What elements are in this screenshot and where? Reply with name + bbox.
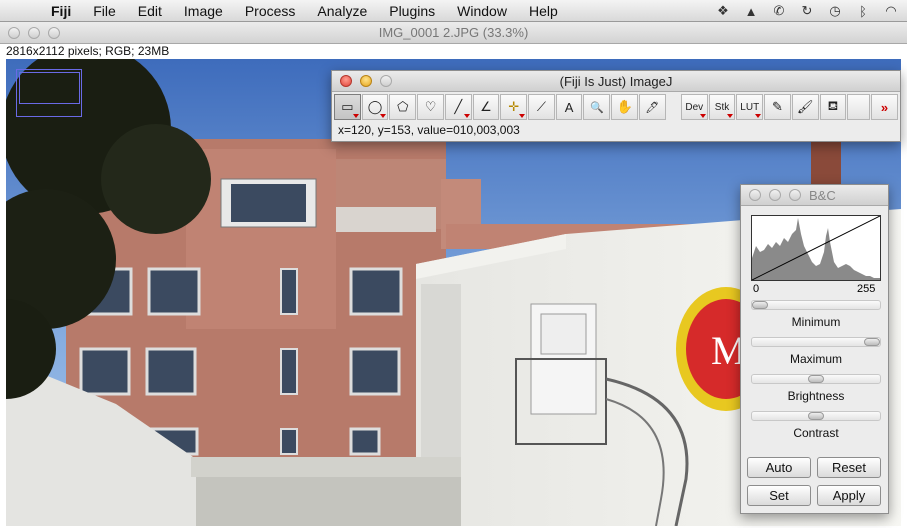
sync-icon[interactable]: ↻ [799,3,815,19]
text-icon: A [564,99,574,115]
flood-fill-tool[interactable]: ⛾ [819,94,847,120]
contrast-label: Contrast [793,426,839,440]
hand-icon: ✋ [616,99,633,114]
zoom-button[interactable] [380,75,392,87]
lut-label: LUT [740,101,760,113]
dropper-icon: 🖊 [645,101,660,114]
menubar: Fiji File Edit Image Process Analyze Plu… [0,0,907,22]
polygon-icon: ⬠ [397,99,409,114]
color-picker-tool[interactable]: 🖊 [638,94,666,120]
polygon-tool[interactable]: ⬠ [389,94,417,120]
reset-button[interactable]: Reset [817,457,881,478]
minimize-button[interactable] [28,27,40,39]
more-tools-icon: » [880,99,889,115]
imagej-toolbar-window: (Fiji Is Just) ImageJ ▭ ◯ ⬠ ♡ ╱ ∠ ✛ ⟋ A … [331,70,901,142]
close-button[interactable] [749,189,761,201]
menu-analyze[interactable]: Analyze [306,0,378,22]
maximum-slider[interactable] [751,337,881,347]
brush-icon: 🖌 [796,99,814,114]
menu-edit[interactable]: Edit [127,0,173,22]
set-button[interactable]: Set [747,485,811,506]
more-tools-button[interactable]: » [871,94,898,120]
bc-title: B&C [809,188,836,203]
point-icon: ✛ [508,99,520,114]
minimum-slider[interactable] [751,300,881,310]
point-tool[interactable]: ✛ [500,94,528,120]
auto-button[interactable]: Auto [747,457,811,478]
bucket-icon: ⛾ [827,98,839,113]
maximum-thumb[interactable] [864,338,880,346]
tool-row: ▭ ◯ ⬠ ♡ ╱ ∠ ✛ ⟋ A 🔍 ✋ 🖊 Dev Stk LUT ✎ 🖌 … [332,92,900,120]
angle-tool[interactable]: ∠ [472,94,500,120]
stk-menu-button[interactable]: Stk [708,94,736,120]
menu-app-fiji[interactable]: Fiji [40,0,82,22]
pencil-tool[interactable]: ✎ [764,94,791,120]
pencil-icon: ✎ [772,99,783,114]
toolbar-title: (Fiji Is Just) ImageJ [559,74,673,89]
histogram [751,215,881,281]
minimum-label: Minimum [791,315,841,329]
toolbar-status: x=120, y=153, value=010,003,003 [338,123,520,137]
drive-icon[interactable]: ▲ [743,4,759,19]
magnifier-icon: 🔍 [589,101,604,114]
lut-menu-button[interactable]: LUT [736,94,764,120]
menu-help[interactable]: Help [518,0,569,22]
menu-file[interactable]: File [82,0,127,22]
wand-tool[interactable]: ⟋ [528,94,555,120]
magnifier-tool[interactable]: 🔍 [583,94,611,120]
minimize-button[interactable] [769,189,781,201]
navigator-rectangle[interactable] [16,69,82,117]
oval-tool[interactable]: ◯ [361,94,389,120]
zoom-button[interactable] [789,189,801,201]
freehand-icon: ♡ [424,99,437,114]
wifi-icon[interactable]: ◠ [883,3,899,19]
brightness-thumb[interactable] [808,375,824,383]
stk-label: Stk [714,101,730,113]
histogram-min-label: 0 [753,283,760,295]
scroll-tool[interactable]: ✋ [611,94,638,120]
line-icon: ╱ [454,99,463,114]
bc-titlebar[interactable]: B&C [741,185,888,206]
contrast-slider[interactable] [751,411,881,421]
wand-icon: ⟋ [536,99,546,114]
image-window-title: IMG_0001 2.JPG (33.3%) [378,25,529,40]
zoom-button[interactable] [48,27,60,39]
status-tray: ❖ ▲ ✆ ↻ ◷ ᛒ ◠ [715,0,899,22]
menu-window[interactable]: Window [446,0,518,22]
menu-process[interactable]: Process [234,0,307,22]
rectangle-tool[interactable]: ▭ [334,94,361,120]
close-button[interactable] [340,75,352,87]
oval-icon: ◯ [367,99,383,114]
maximum-label: Maximum [789,352,842,366]
toolbar-titlebar[interactable]: (Fiji Is Just) ImageJ [332,71,900,92]
rectangle-icon: ▭ [341,99,354,114]
minimize-button[interactable] [360,75,372,87]
phone-icon[interactable]: ✆ [771,3,787,19]
histogram-max-label: 255 [857,283,876,295]
text-tool[interactable]: A [555,94,583,120]
bluetooth-icon[interactable]: ᛒ [855,4,871,19]
dev-menu-button[interactable]: Dev [680,94,708,120]
angle-icon: ∠ [480,99,492,114]
time-machine-icon[interactable]: ◷ [827,3,843,19]
minimum-thumb[interactable] [752,301,768,309]
dev-label: Dev [685,101,704,113]
brightness-slider[interactable] [751,374,881,384]
image-info: 2816x2112 pixels; RGB; 23MB [0,44,907,58]
brush-tool[interactable]: 🖌 [791,94,819,120]
apply-button[interactable]: Apply [817,485,881,506]
freehand-tool[interactable]: ♡ [417,94,444,120]
line-tool[interactable]: ╱ [444,94,472,120]
image-window-titlebar[interactable]: IMG_0001 2.JPG (33.3%) [0,22,907,44]
brightness-label: Brightness [787,389,845,403]
dropbox-icon[interactable]: ❖ [715,3,731,19]
brightness-contrast-window: B&C 0 255 Minimum Maximum Brightness Con… [740,184,889,514]
close-button[interactable] [8,27,20,39]
contrast-thumb[interactable] [808,412,824,420]
menu-plugins[interactable]: Plugins [378,0,446,22]
empty-tool-slot [847,94,871,120]
menu-image[interactable]: Image [173,0,234,22]
